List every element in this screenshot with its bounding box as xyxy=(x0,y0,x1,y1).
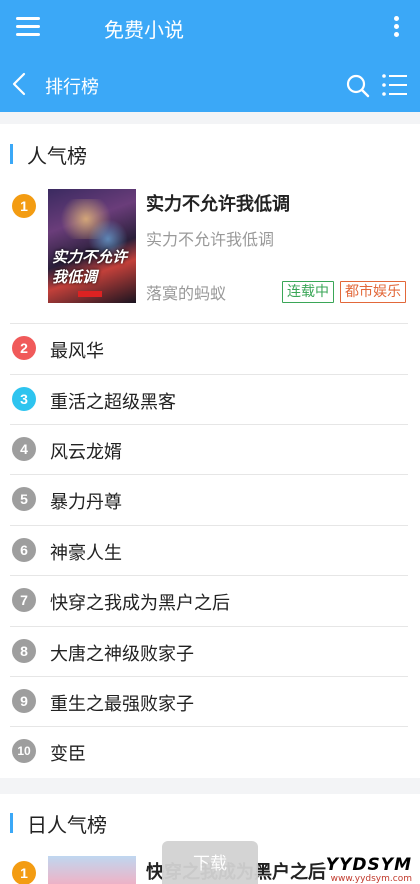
list-item[interactable]: 3 重活之超级黑客 xyxy=(10,374,408,425)
book-title: 暴力丹尊 xyxy=(50,492,122,513)
rank-badge: 3 xyxy=(12,387,36,411)
book-title: 实力不允许我低调 xyxy=(146,194,290,215)
list-item[interactable]: 5 暴力丹尊 xyxy=(10,474,408,525)
list-item[interactable]: 10 变臣 xyxy=(10,726,408,777)
app-bar: 免费小说 xyxy=(0,0,420,56)
book-title: 重生之最强败家子 xyxy=(50,694,194,715)
book-title: 风云龙婿 xyxy=(50,442,122,463)
rank-badge: 10 xyxy=(12,739,36,763)
book-cover-image[interactable] xyxy=(48,856,136,884)
rank-badge: 8 xyxy=(12,639,36,663)
book-title: 重活之超级黑客 xyxy=(50,392,176,413)
book-title: 神豪人生 xyxy=(50,543,122,564)
book-description: 实力不允许我低调 xyxy=(146,230,275,249)
cover-title-text: 实力不允许我低调 xyxy=(52,248,128,286)
watermark-logo: YYDSYM xyxy=(325,855,412,875)
list-item[interactable]: 7 快穿之我成为黑户之后 xyxy=(10,575,408,626)
page-title: 排行榜 xyxy=(45,77,99,98)
section-header: 日人气榜 xyxy=(10,811,107,837)
list-item[interactable]: 9 重生之最强败家子 xyxy=(10,676,408,727)
rank-badge: 7 xyxy=(12,588,36,612)
book-title: 变臣 xyxy=(50,744,86,765)
watermark-url: www.yydsym.com xyxy=(330,874,412,884)
section-accent-bar xyxy=(10,813,13,833)
search-icon[interactable] xyxy=(346,74,370,98)
menu-icon[interactable] xyxy=(16,17,40,37)
rank-badge: 1 xyxy=(12,861,36,884)
section-title: 人气榜 xyxy=(27,143,87,168)
section-title: 日人气榜 xyxy=(27,812,107,837)
book-title: 大唐之神级败家子 xyxy=(50,644,194,665)
list-item[interactable]: 6 神豪人生 xyxy=(10,525,408,576)
rank-badge: 5 xyxy=(12,487,36,511)
category-badge: 都市娱乐 xyxy=(340,281,406,303)
kebab-icon[interactable] xyxy=(394,16,400,38)
rank-badge: 6 xyxy=(12,538,36,562)
list-item[interactable]: 8 大唐之神级败家子 xyxy=(10,626,408,677)
app-title: 免费小说 xyxy=(104,18,184,42)
download-button[interactable]: 下载 xyxy=(162,841,258,884)
rank-badge: 9 xyxy=(12,689,36,713)
list-icon[interactable] xyxy=(382,74,408,96)
list-item[interactable]: 2 最风华 xyxy=(10,323,408,374)
watermark: YYDSYM www.yydsym.com xyxy=(326,856,412,884)
status-badge: 连载中 xyxy=(282,281,334,303)
list-item[interactable]: 4 风云龙婿 xyxy=(10,424,408,475)
book-author: 落寞的蚂蚁 xyxy=(146,284,227,303)
toolbar: 排行榜 xyxy=(0,56,420,112)
chevron-left-icon[interactable] xyxy=(10,72,30,96)
book-cover-image[interactable]: 实力不允许我低调 xyxy=(48,189,136,303)
ranking-card-popular: 人气榜 1 实力不允许我低调 实力不允许我低调 实力不允许我低调 落寞的蚂蚁 连… xyxy=(0,124,420,778)
rank-badge: 4 xyxy=(12,437,36,461)
section-accent-bar xyxy=(10,144,13,164)
rank-badge: 2 xyxy=(12,336,36,360)
book-title: 最风华 xyxy=(50,341,104,362)
book-title: 快穿之我成为黑户之后 xyxy=(50,593,230,614)
section-header: 人气榜 xyxy=(10,142,87,168)
rank-badge: 1 xyxy=(12,194,36,218)
